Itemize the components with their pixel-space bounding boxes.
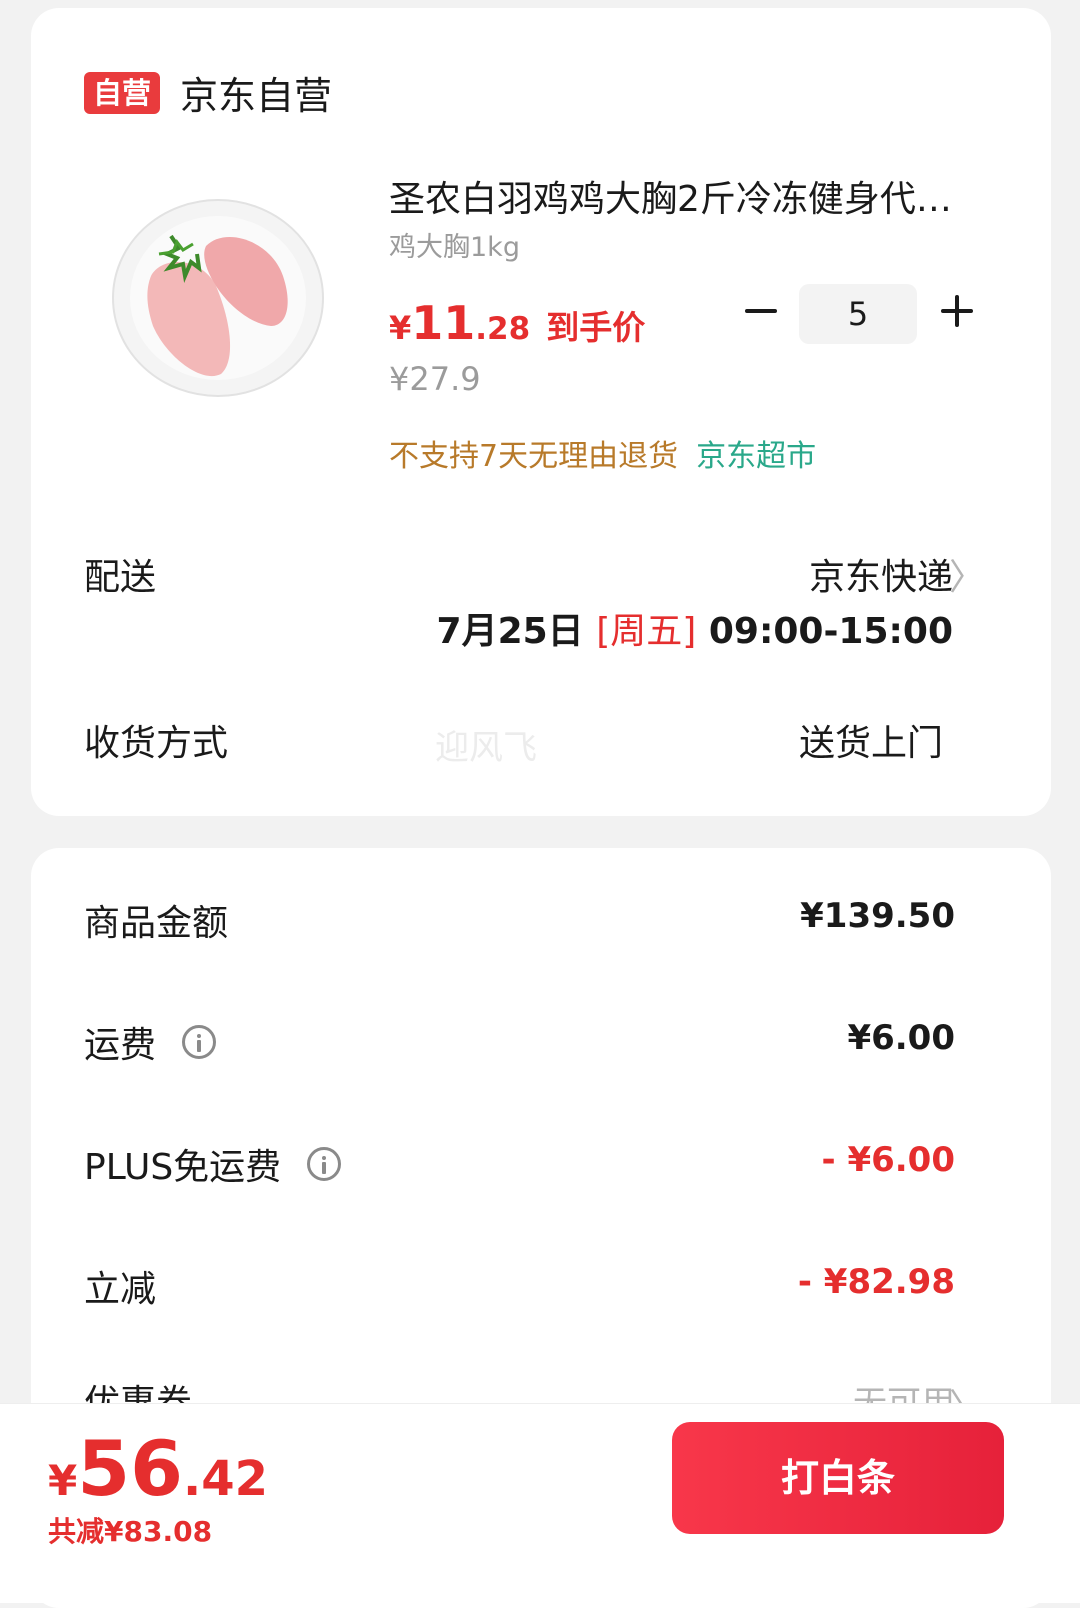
product-tags: 不支持7天无理由退货 京东超市 — [389, 431, 816, 475]
quantity-minus-button[interactable] — [743, 291, 783, 331]
delivery-carrier[interactable]: 京东快递 — [809, 548, 953, 600]
watermark: 迎风飞 — [435, 728, 537, 768]
total-integer: 56 — [77, 1424, 183, 1513]
plus-label-text: PLUS免运费 — [84, 1147, 282, 1188]
receive-method-value[interactable]: 送货上门 — [799, 714, 943, 766]
goods-amount-label-text: 商品金额 — [84, 903, 229, 944]
delivery-label: 配送 — [84, 557, 157, 598]
instant-discount-label: 立减 — [84, 1260, 156, 1312]
shipping-label: 运费 — [84, 1016, 217, 1068]
original-price: ¥27.9 — [389, 360, 481, 398]
checkout-bar: ¥ 56 .42 共减¥83.08 打白条 — [0, 1403, 1080, 1603]
shop-header[interactable]: 自营 京东自营 — [84, 65, 332, 120]
no-return-tag: 不支持7天无理由退货 — [389, 439, 679, 474]
total-currency: ¥ — [48, 1456, 78, 1505]
goods-amount: ¥139.50 — [800, 896, 955, 936]
pay-baitiao-button[interactable]: 打白条 — [672, 1422, 1004, 1534]
quantity-input[interactable]: 5 — [799, 284, 917, 344]
chevron-right-icon[interactable]: 〉 — [949, 548, 985, 600]
goods-amount-label: 商品金额 — [84, 894, 228, 946]
plus-discount: - ¥6.00 — [821, 1140, 956, 1180]
delivery-time-window: 09:00-15:00 — [708, 611, 953, 652]
supermarket-tag: 京东超市 — [696, 439, 817, 474]
product-title[interactable]: 圣农白羽鸡鸡大胸2斤冷冻健身代… — [389, 170, 952, 222]
self-operated-badge: 自营 — [84, 71, 161, 114]
price-integer: 11 — [411, 296, 476, 350]
shipping-label-text: 运费 — [84, 1025, 157, 1066]
shipping-amount: ¥6.00 — [847, 1018, 955, 1058]
plus-free-shipping-label: PLUS免运费 — [84, 1138, 342, 1190]
price-decimal: .28 — [475, 311, 531, 347]
shop-name: 京东自营 — [180, 74, 333, 118]
instant-discount: - ¥82.98 — [797, 1262, 955, 1302]
total-decimal: .42 — [183, 1451, 269, 1507]
receive-method-label: 收货方式 — [84, 723, 229, 764]
order-card: 自营 京东自营 圣农白羽鸡鸡大胸2斤冷冻健身代… 鸡大胸1kg ¥ 11 .28… — [31, 8, 1051, 816]
total-price: ¥ 56 .42 — [48, 1424, 268, 1513]
final-price: ¥ 11 .28 到手价 — [389, 296, 645, 350]
delivery-weekday: [周五] — [596, 611, 697, 652]
total-saved[interactable]: 共减¥83.08 — [48, 1510, 212, 1550]
quantity-plus-button[interactable] — [937, 291, 977, 331]
info-icon[interactable] — [307, 1147, 342, 1181]
price-currency: ¥ — [389, 309, 412, 347]
delivery-date: 7月25日 — [436, 611, 584, 652]
delivery-time[interactable]: 7月25日 [周五] 09:00-15:00 — [437, 602, 953, 654]
info-icon[interactable] — [182, 1025, 217, 1059]
price-tag: 到手价 — [546, 308, 646, 347]
instant-label-text: 立减 — [84, 1269, 157, 1310]
product-spec: 鸡大胸1kg — [389, 232, 520, 263]
product-image[interactable] — [111, 196, 325, 400]
